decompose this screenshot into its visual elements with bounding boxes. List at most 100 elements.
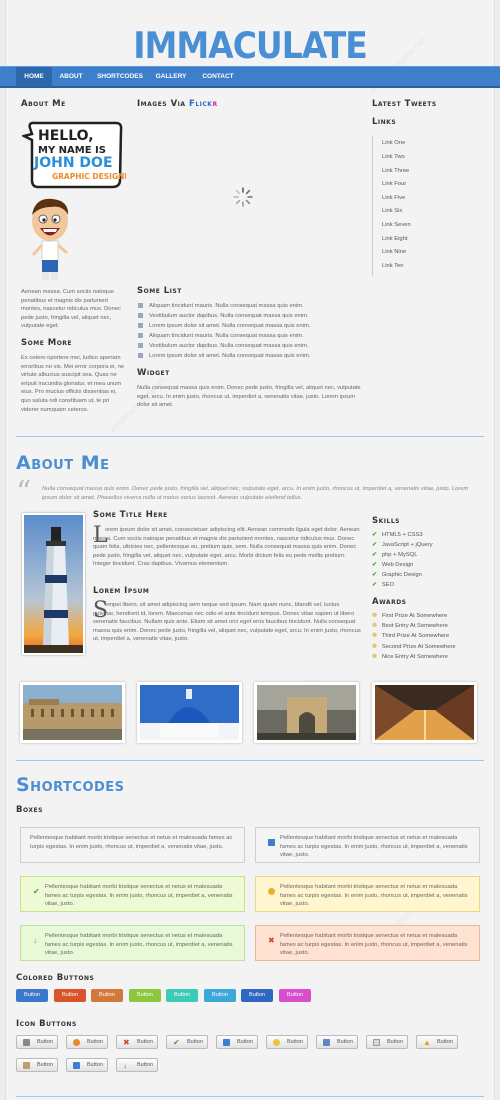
flickr-brand-r: r: [212, 99, 218, 109]
link-one[interactable]: Link One: [382, 140, 405, 146]
box-text: Pellentesque habitant morbi tristique se…: [280, 933, 468, 957]
pencil-button[interactable]: Button: [16, 1058, 58, 1072]
links-list: Link One Link Two Link Three Link Four L…: [372, 136, 452, 276]
hello-line-3: JOHN DOE: [33, 155, 113, 171]
light-blue-button[interactable]: Button: [204, 989, 236, 1002]
about-me-text: Aenean massa. Cum sociis natoque penatib…: [21, 289, 121, 330]
palette-button[interactable]: Button: [66, 1035, 108, 1049]
cartoon-avatar: [31, 198, 69, 280]
medal-icon: ❁: [372, 623, 377, 629]
medal-icon: ❁: [372, 633, 377, 639]
loading-spinner-icon: [233, 187, 253, 207]
upload-button[interactable]: Button: [316, 1035, 358, 1049]
check-icon: ✔: [33, 887, 40, 896]
check-icon: ✔: [372, 562, 377, 568]
some-title-text: orem ipsum dolor sit amet, consectetuer …: [93, 527, 360, 568]
blue-button[interactable]: Button: [16, 989, 48, 1002]
nav-contact[interactable]: CONTACT: [198, 67, 238, 87]
nav-home[interactable]: HOME: [16, 67, 52, 87]
link-two[interactable]: Link Two: [382, 154, 405, 160]
bullet-icon: [138, 343, 143, 348]
box-text: Pellentesque habitant morbi tristique se…: [280, 835, 468, 859]
link-three[interactable]: Link Three: [382, 168, 409, 174]
award-item: ❁ Third Prize At Somewhere: [372, 633, 450, 639]
medal-icon: ❁: [372, 644, 377, 650]
gallery-thumb-palace[interactable]: [20, 682, 125, 743]
smiley-icon: [273, 1039, 280, 1046]
box-text: Pellentesque habitant morbi tristique se…: [45, 884, 233, 908]
warning-icon: ▲: [423, 1038, 431, 1047]
link-seven[interactable]: Link Seven: [382, 222, 411, 228]
teal-button[interactable]: Button: [166, 989, 198, 1002]
hello-line-4: GRAPHIC DESIGNER: [52, 172, 126, 181]
dark-blue-button[interactable]: Button: [241, 989, 273, 1002]
links-heading: Links: [372, 117, 397, 127]
boxes-heading: Boxes: [16, 805, 43, 815]
mail-button[interactable]: Button: [366, 1035, 408, 1049]
site-logo[interactable]: IMMACULATE: [0, 24, 500, 67]
palace-image: [23, 685, 122, 740]
pink-button[interactable]: Button: [279, 989, 311, 1002]
box-text: Pellentesque habitant morbi tristique se…: [45, 933, 233, 957]
download-button[interactable]: Button: [66, 1058, 108, 1072]
bullet-icon: [138, 313, 143, 318]
gallery-thumb-church[interactable]: [137, 682, 242, 743]
warning-button[interactable]: ▲ Button: [416, 1035, 458, 1049]
flickr-heading-prefix: Images Via: [137, 99, 186, 109]
cross-button[interactable]: ✖ Button: [116, 1035, 158, 1049]
error-box: ✖ Pellentesque habitant morbi tristique …: [255, 925, 480, 961]
arrow-icon: ↓: [123, 1061, 127, 1070]
info-box: Pellentesque habitant morbi tristique se…: [255, 827, 480, 863]
nav-gallery[interactable]: GALLERY: [152, 67, 190, 87]
link-ten[interactable]: Link Ten: [382, 263, 404, 269]
widget-heading: Widget: [137, 368, 170, 378]
section-divider: [16, 1096, 484, 1097]
bullet-icon: [138, 303, 143, 308]
link-five[interactable]: Link Five: [382, 195, 405, 201]
skill-item: ✔ Web Design: [372, 562, 414, 568]
link-four[interactable]: Link Four: [382, 181, 406, 187]
awards-heading: Awards: [372, 597, 407, 607]
arrow-button[interactable]: ↓ Button: [116, 1058, 158, 1072]
bullet-icon: [138, 333, 143, 338]
award-item: ❁ Nice Entry At Somewhere: [372, 654, 448, 660]
award-item: ❁ First Prize At Somewhere: [372, 613, 448, 619]
info-button[interactable]: Button: [216, 1035, 258, 1049]
download-icon: ↓: [33, 936, 37, 945]
nav-shortcodes[interactable]: SHORTCODES: [94, 67, 146, 87]
check-icon: ✔: [372, 582, 377, 588]
box-text: Pellentesque habitant morbi tristique se…: [30, 835, 233, 850]
link-nine[interactable]: Link Nine: [382, 249, 406, 255]
lighthouse-image: [24, 515, 83, 653]
medal-icon: ❁: [372, 654, 377, 660]
orange-button[interactable]: Button: [91, 989, 123, 1002]
skill-item: ✔ Graphic Design: [372, 572, 422, 578]
link-eight[interactable]: Link Eight: [382, 236, 407, 242]
check-button[interactable]: ✔ Button: [166, 1035, 208, 1049]
flickr-heading: Images Via Flickr: [137, 99, 218, 109]
green-button[interactable]: Button: [129, 989, 161, 1002]
download-icon: [73, 1062, 80, 1069]
info-icon: [223, 1039, 230, 1046]
about-me-heading: About Me: [21, 99, 66, 109]
check-icon: ✔: [372, 532, 377, 538]
warning-icon: [268, 888, 275, 895]
wrench-button[interactable]: Button: [16, 1035, 58, 1049]
plain-box: Pellentesque habitant morbi tristique se…: [20, 827, 245, 863]
street-image: [375, 685, 474, 740]
nav-about[interactable]: ABOUT: [56, 67, 86, 87]
about-section-title: About Me: [16, 452, 110, 474]
gallery-thumb-street[interactable]: [372, 682, 477, 743]
link-six[interactable]: Link Six: [382, 208, 402, 214]
smiley-button[interactable]: Button: [266, 1035, 308, 1049]
gallery-thumb-arch[interactable]: [254, 682, 359, 743]
arch-image: [257, 685, 356, 740]
check-icon: ✔: [173, 1038, 180, 1047]
some-list-heading: Some List: [137, 286, 182, 296]
skill-item: ✔ SEO: [372, 582, 395, 588]
award-item: ❁ Best Entry At Somewhere: [372, 623, 448, 629]
red-button[interactable]: Button: [54, 989, 86, 1002]
success-box: ✔ Pellentesque habitant morbi tristique …: [20, 876, 245, 912]
some-more-heading: Some More: [21, 338, 73, 348]
cross-icon: ✖: [123, 1038, 130, 1047]
